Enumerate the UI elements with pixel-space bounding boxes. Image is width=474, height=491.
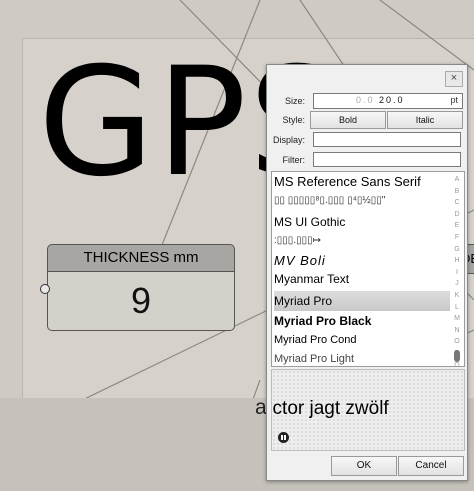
alphabet-letter[interactable]: D bbox=[452, 209, 462, 221]
font-item-myanmar-text[interactable]: Myanmar Text bbox=[274, 269, 450, 289]
alphabet-letter[interactable]: K bbox=[452, 290, 462, 302]
font-item-symbol[interactable]: ▯▯ ▯▯▯▯▯⁸▯.▯▯▯ ▯⁴▯½▯▯" bbox=[274, 191, 450, 211]
size-digits-dim: 0.0 bbox=[356, 95, 375, 105]
filter-row: Filter: bbox=[267, 151, 467, 169]
font-list[interactable]: MS Reference Sans Serif ▯▯ ▯▯▯▯▯⁸▯.▯▯▯ ▯… bbox=[271, 171, 465, 367]
pause-icon[interactable] bbox=[278, 432, 289, 443]
thickness-node-title: THICKNESS mm bbox=[47, 244, 235, 272]
bold-button[interactable]: Bold bbox=[310, 111, 386, 129]
font-item-ms-reference-sans-serif[interactable]: MS Reference Sans Serif bbox=[274, 172, 450, 192]
alphabet-letter[interactable]: H bbox=[452, 255, 462, 267]
ok-button[interactable]: OK bbox=[331, 456, 397, 476]
scrollbar-thumb[interactable] bbox=[454, 350, 460, 362]
alphabet-index[interactable]: ABCDEFGHIJKLMNOPQRSTUVW bbox=[452, 174, 462, 366]
size-row: Size: 0.0 20.0 pt bbox=[267, 92, 467, 110]
font-item-symbol-2[interactable]: :▯▯▯.▯▯▯↦ bbox=[274, 231, 450, 251]
font-item-mv-boli[interactable]: MV Boli bbox=[274, 251, 450, 271]
alphabet-letter[interactable]: C bbox=[452, 197, 462, 209]
font-item-myriad-pro-black[interactable]: Myriad Pro Black bbox=[274, 311, 450, 331]
size-input[interactable]: 0.0 20.0 pt bbox=[313, 93, 463, 109]
alphabet-letter[interactable]: N bbox=[452, 325, 462, 337]
filter-label: Filter: bbox=[282, 155, 306, 165]
cancel-button[interactable]: Cancel bbox=[398, 456, 464, 476]
style-label: Style: bbox=[282, 115, 305, 125]
font-item-myriad-pro[interactable]: Myriad Pro bbox=[274, 291, 450, 311]
italic-button[interactable]: Italic bbox=[387, 111, 463, 129]
alphabet-letter[interactable]: O bbox=[452, 336, 462, 348]
size-label: Size: bbox=[284, 96, 305, 106]
alphabet-letter[interactable]: M bbox=[452, 313, 462, 325]
input-port-icon[interactable] bbox=[40, 284, 50, 294]
alphabet-letter[interactable]: A bbox=[452, 174, 462, 186]
alphabet-letter[interactable]: G bbox=[452, 244, 462, 256]
font-preview: Victor jagt zwölf bbox=[271, 369, 465, 451]
thickness-node-value[interactable]: 9 bbox=[47, 272, 235, 331]
display-label: Display: bbox=[272, 135, 305, 145]
display-input[interactable] bbox=[313, 132, 461, 147]
preview-text: Victor jagt zwölf bbox=[272, 398, 389, 419]
font-item-ms-ui-gothic[interactable]: MS UI Gothic bbox=[274, 212, 450, 232]
alphabet-letter[interactable]: B bbox=[452, 186, 462, 198]
size-unit: pt bbox=[450, 95, 458, 105]
alphabet-letter[interactable]: L bbox=[452, 302, 462, 314]
alphabet-letter[interactable]: E bbox=[452, 220, 462, 232]
font-item-myriad-pro-light[interactable]: Myriad Pro Light bbox=[274, 349, 450, 366]
alphabet-letter[interactable]: I bbox=[452, 267, 462, 279]
font-item-myriad-pro-cond[interactable]: Myriad Pro Cond bbox=[274, 330, 450, 350]
thickness-node[interactable]: THICKNESS mm 9 bbox=[40, 244, 235, 332]
alphabet-letter[interactable]: J bbox=[452, 278, 462, 290]
alphabet-letter[interactable]: F bbox=[452, 232, 462, 244]
display-row: Display: bbox=[267, 131, 467, 149]
filter-input[interactable] bbox=[313, 152, 461, 167]
font-picker-dialog: × Size: 0.0 20.0 pt Style: Bold Italic D… bbox=[266, 64, 468, 481]
size-digits: 20.0 bbox=[379, 95, 405, 105]
close-icon[interactable]: × bbox=[445, 71, 463, 87]
style-row: Style: Bold Italic bbox=[267, 111, 467, 129]
dialog-title-bar[interactable] bbox=[267, 65, 467, 89]
